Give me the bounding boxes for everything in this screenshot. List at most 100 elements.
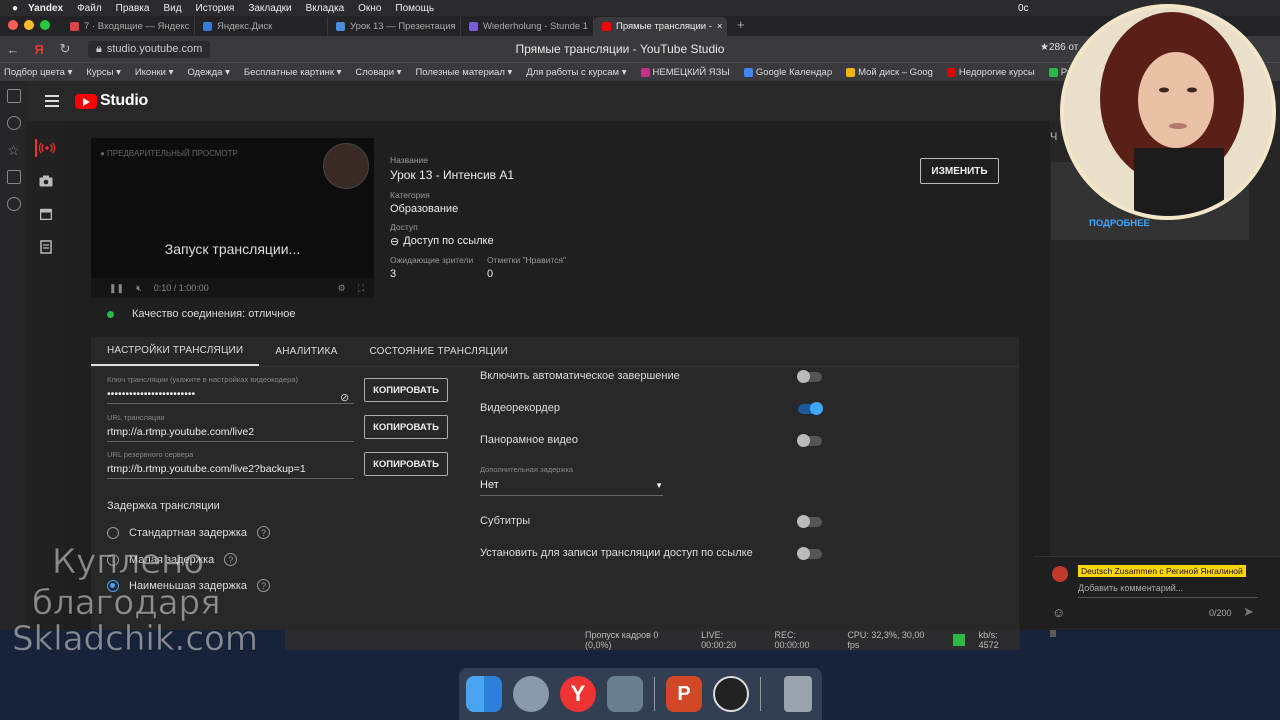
likes-value: 0 xyxy=(487,268,494,280)
menu-history[interactable]: История xyxy=(196,3,235,14)
viewers-value: 3 xyxy=(390,268,397,280)
new-tab-button[interactable]: + xyxy=(727,17,745,36)
toggle-dvr[interactable] xyxy=(798,402,823,415)
lang-indicator[interactable]: 0c xyxy=(1018,3,1029,14)
yandex-browser-icon[interactable]: Y xyxy=(560,676,596,712)
bookmark-item[interactable]: Курсы ▾ xyxy=(82,67,120,78)
menu-help[interactable]: Помощь xyxy=(395,3,434,14)
dropped-frames: Пропуск кадров 0 (0,0%) xyxy=(585,630,659,650)
menu-edit[interactable]: Правка xyxy=(116,3,150,14)
camera-icon[interactable] xyxy=(35,172,57,190)
toggle-link-access[interactable] xyxy=(797,547,822,560)
launch-status: Запуск трансляции... xyxy=(164,241,301,257)
copy-backup-button[interactable]: КОПИРОВАТЬ xyxy=(364,452,448,476)
obs-icon[interactable] xyxy=(713,676,749,712)
edit-button[interactable]: ИЗМЕНИТЬ xyxy=(920,158,999,184)
live-icon[interactable] xyxy=(34,139,57,157)
toggle-360[interactable] xyxy=(797,434,822,447)
rating-badge[interactable]: ★286 от xyxy=(1040,42,1078,53)
extra-delay-select[interactable]: Дополнительная задержка Нет ▼ xyxy=(480,465,663,496)
menu-tab[interactable]: Вкладка xyxy=(306,3,345,14)
tab-inbox[interactable]: 7 · Входящие — Яндекс xyxy=(62,17,195,36)
send-icon[interactable]: ➤ xyxy=(1243,604,1254,620)
live-time: LIVE: 00:00:20 xyxy=(701,630,737,650)
reload-icon[interactable]: ↻ xyxy=(52,41,78,57)
bookmark-item[interactable]: Для работы с курсам ▾ xyxy=(522,67,626,78)
help-icon[interactable]: ? xyxy=(224,553,238,566)
yandex-icon[interactable]: Я xyxy=(26,42,52,57)
back-icon[interactable]: ← xyxy=(0,42,26,57)
mute-icon[interactable]: 🔇︎ xyxy=(136,283,142,294)
tab-analytics[interactable]: АНАЛИТИКА xyxy=(259,337,353,366)
calendar-icon[interactable] xyxy=(35,205,57,223)
help-icon[interactable]: ? xyxy=(257,579,270,592)
fullscreen-icon[interactable]: ⛶ xyxy=(358,283,364,294)
studio-logo[interactable]: Studio xyxy=(75,92,148,110)
stream-url-field[interactable]: URL трансляции rtmp://a.rtmp.youtube.com… xyxy=(107,413,354,442)
bookmark-item[interactable]: Иконки ▾ xyxy=(131,67,174,78)
trash-icon[interactable] xyxy=(784,676,812,712)
bookmark-item[interactable]: Подбор цвета ▾ xyxy=(0,67,72,78)
app-menu[interactable]: Yandex xyxy=(28,3,63,14)
channel-name-badge: Deutsch Zusammen с Региной Янгалиной xyxy=(1078,565,1246,577)
quality-text: Качество соединения: отличное xyxy=(132,308,296,320)
toggle-auto-stop[interactable] xyxy=(797,370,822,383)
tab-stream-settings[interactable]: НАСТРОЙКИ ТРАНСЛЯЦИИ xyxy=(91,337,260,366)
live-control-room: ● ПРЕДВАРИТЕЛЬНЫЙ ПРОСМОТР Запуск трансл… xyxy=(64,121,1056,637)
bookmark-item[interactable]: Бесплатные картинк ▾ xyxy=(240,67,342,78)
option-auto-stop: Включить автоматическое завершение xyxy=(480,370,680,382)
menu-icon[interactable] xyxy=(45,95,59,107)
backup-url-field[interactable]: URL резервного сервера rtmp://b.rtmp.you… xyxy=(107,450,354,479)
grid-icon[interactable] xyxy=(6,89,21,103)
stream-key-field[interactable]: Ключ трансляции (укажите в настройках ви… xyxy=(107,375,354,404)
latency-standard[interactable]: Стандартная задержка? xyxy=(107,526,271,539)
stream-preview[interactable]: ● ПРЕДВАРИТЕЛЬНЫЙ ПРОСМОТР Запуск трансл… xyxy=(91,138,374,298)
bookmark-item[interactable]: Словари ▾ xyxy=(351,67,401,78)
instagram-icon xyxy=(640,67,650,77)
learn-more-link[interactable]: ПОДРОБНЕЕ xyxy=(1089,218,1150,229)
bookmark-item[interactable]: Недорогие курсы xyxy=(943,67,1035,78)
url-field[interactable]: 🔒︎ studio.youtube.com xyxy=(88,40,211,58)
comment-input[interactable]: Добавить комментарий... xyxy=(1078,583,1183,593)
copy-url-button[interactable]: КОПИРОВАТЬ xyxy=(364,415,448,439)
copy-key-button[interactable]: КОПИРОВАТЬ xyxy=(364,378,448,402)
bookmark-item[interactable]: Google Календар xyxy=(740,67,832,78)
preview-app-icon[interactable] xyxy=(607,676,643,712)
menu-window[interactable]: Окно xyxy=(358,3,381,14)
play-icon[interactable] xyxy=(6,197,21,211)
apple-icon[interactable]: ● xyxy=(12,3,18,14)
toggle-subtitles[interactable] xyxy=(797,515,822,528)
menu-view[interactable]: Вид xyxy=(163,3,181,14)
tab-wiederholung[interactable]: Wiederholung - Stunde 1 xyxy=(461,17,594,36)
settings-icon[interactable]: ⚙ xyxy=(338,283,346,294)
bookmark-item[interactable]: НЕМЕЦКИЙ ЯЗЫ xyxy=(637,67,730,78)
stream-settings-panel: НАСТРОЙКИ ТРАНСЛЯЦИИ АНАЛИТИКА СОСТОЯНИЕ… xyxy=(91,337,1019,630)
tab-stream-health[interactable]: СОСТОЯНИЕ ТРАНСЛЯЦИИ xyxy=(353,337,523,366)
powerpoint-icon[interactable]: P xyxy=(666,676,702,712)
collections-icon[interactable] xyxy=(6,170,21,184)
minimize-window-icon[interactable] xyxy=(24,20,34,30)
star-icon[interactable]: ☆ xyxy=(7,143,20,157)
history-icon[interactable] xyxy=(6,116,21,130)
close-tab-icon[interactable]: × xyxy=(717,21,723,32)
menu-file[interactable]: Файл xyxy=(77,3,102,14)
manage-icon[interactable] xyxy=(35,238,57,256)
launchpad-icon[interactable] xyxy=(513,676,549,712)
tab-disk[interactable]: Яндекс.Диск xyxy=(195,17,328,36)
help-icon[interactable]: ? xyxy=(257,526,271,539)
pause-icon[interactable]: ❚❚ xyxy=(109,283,124,294)
tab-presentation[interactable]: Урок 13 — Презентация xyxy=(328,17,461,36)
bookmark-item[interactable]: Одежда ▾ xyxy=(183,67,230,78)
bookmark-item[interactable]: Полезные материал ▾ xyxy=(411,67,512,78)
emoji-icon[interactable]: ☺ xyxy=(1052,605,1065,620)
youtube-icon xyxy=(602,22,611,31)
finder-icon[interactable] xyxy=(466,676,502,712)
close-window-icon[interactable] xyxy=(8,20,18,30)
zoom-window-icon[interactable] xyxy=(40,20,50,30)
rec-time: REC: 00:00:00 xyxy=(774,630,810,650)
menu-bookmarks[interactable]: Закладки xyxy=(248,3,291,14)
macos-menubar: ● Yandex Файл Правка Вид История Закладк… xyxy=(0,0,1280,16)
tab-live-studio[interactable]: Прямые трансляции - × xyxy=(594,17,727,36)
bookmark-item[interactable]: Мой диск – Goog xyxy=(842,67,933,78)
hide-key-icon[interactable]: ⊘ xyxy=(340,391,349,404)
